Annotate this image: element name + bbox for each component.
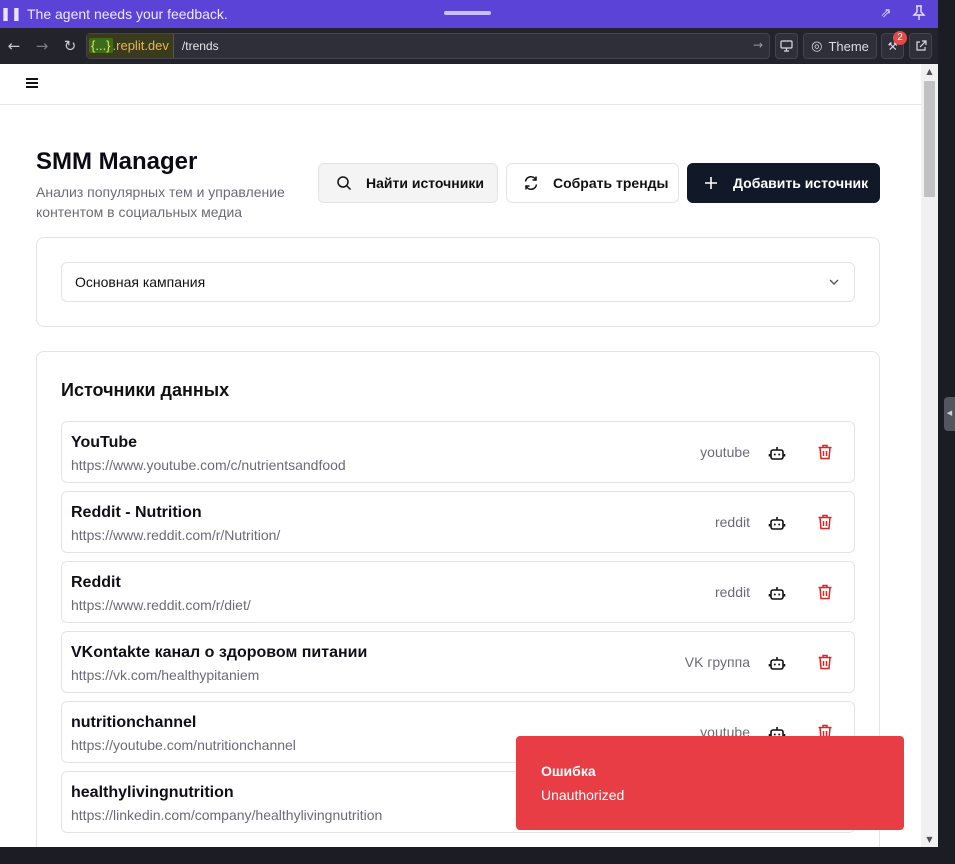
devtools-badge: 2: [893, 31, 907, 45]
back-icon[interactable]: ←: [0, 37, 28, 55]
campaign-select[interactable]: Основная кампания: [61, 262, 855, 302]
plus-icon: [705, 177, 717, 189]
bot-icon[interactable]: [768, 444, 786, 462]
window-bottom-edge: [0, 847, 938, 864]
scrollbar-thumb[interactable]: [924, 81, 935, 197]
pause-icon[interactable]: ❚❚: [0, 7, 22, 22]
window-edge: [938, 0, 955, 864]
add-source-button[interactable]: Добавить источник: [687, 163, 880, 203]
expand-icon[interactable]: ⇗: [877, 5, 895, 23]
app-header: [0, 64, 921, 105]
source-type: reddit: [714, 514, 750, 530]
source-url: https://www.reddit.com/r/Nutrition/: [71, 527, 281, 543]
source-row[interactable]: YouTube https://www.youtube.com/c/nutrien…: [61, 421, 855, 483]
devtools-button[interactable]: ⚒ 2: [881, 31, 907, 59]
source-row[interactable]: VKontakte канал о здоровом питании https:…: [61, 631, 855, 693]
find-sources-button[interactable]: Найти источники: [318, 163, 498, 203]
trash-icon[interactable]: [816, 583, 834, 601]
scroll-up-icon[interactable]: ▲: [921, 67, 938, 76]
address-bar[interactable]: {...} .replit.dev /trends →: [86, 33, 770, 59]
source-url: https://www.reddit.com/r/diet/: [71, 597, 251, 613]
source-row[interactable]: Reddit https://www.reddit.com/r/diet/redd…: [61, 561, 855, 623]
browser-toolbar: ← → ↻ {...} .replit.dev /trends → ◎ Theme…: [0, 28, 938, 64]
agent-feedback-bar: ❚❚ The agent needs your feedback. ⇗: [0, 0, 938, 28]
toast-message: Unauthorized: [541, 787, 625, 803]
source-row[interactable]: Reddit - Nutrition https://www.reddit.com…: [61, 491, 855, 553]
source-url: https://www.youtube.com/c/nutrientsandfo…: [71, 457, 346, 473]
source-url: https://youtube.com/nutritionchannel: [71, 737, 296, 753]
source-url: https://linkedin.com/company/healthylivi…: [71, 807, 383, 823]
pin-icon[interactable]: [910, 5, 928, 23]
error-toast[interactable]: Ошибка Unauthorized: [516, 736, 904, 830]
open-external-icon[interactable]: [909, 33, 932, 59]
app-viewport: SMM Manager Анализ популярных тем и упра…: [0, 64, 921, 847]
drag-handle[interactable]: [444, 11, 491, 15]
sources-title: Источники данных: [61, 380, 230, 400]
bot-icon[interactable]: [768, 584, 786, 602]
theme-button[interactable]: ◎ Theme: [803, 33, 877, 59]
source-type: reddit: [714, 584, 750, 600]
trash-icon[interactable]: [816, 443, 834, 461]
palette-icon: ◎: [811, 38, 823, 54]
source-name: healthylivingnutrition: [71, 784, 234, 801]
source-name: YouTube: [71, 434, 138, 451]
collect-trends-label: Собрать тренды: [553, 175, 669, 191]
toast-title: Ошибка: [541, 763, 596, 779]
theme-label: Theme: [828, 38, 869, 54]
find-sources-label: Найти источники: [366, 175, 484, 191]
go-icon[interactable]: →: [753, 38, 763, 52]
refresh-icon: [524, 175, 538, 191]
source-name: nutritionchannel: [71, 714, 197, 731]
collect-trends-button[interactable]: Собрать тренды: [506, 163, 679, 203]
scrollbar[interactable]: ▲ ▼: [921, 64, 938, 847]
url-path[interactable]: /trends: [182, 39, 219, 53]
device-preview-icon[interactable]: [775, 33, 798, 59]
add-source-label: Добавить источник: [733, 175, 869, 191]
page-title: SMM Manager: [36, 148, 198, 175]
scroll-down-icon[interactable]: ▼: [921, 835, 938, 844]
forward-icon[interactable]: →: [28, 37, 56, 55]
feedback-message[interactable]: The agent needs your feedback.: [27, 6, 228, 22]
search-icon: [337, 176, 352, 191]
panel-collapse-handle[interactable]: ◀: [944, 397, 955, 431]
menu-icon[interactable]: [26, 78, 38, 88]
campaign-select-value: Основная кампания: [75, 274, 206, 290]
source-name: Reddit - Nutrition: [71, 504, 202, 521]
host-label: {...} .replit.dev: [87, 34, 174, 58]
source-name: VKontakte канал о здоровом питании: [71, 644, 368, 661]
source-url: https://vk.com/healthypitaniem: [71, 667, 260, 683]
source-name: Reddit: [71, 574, 121, 591]
chevron-down-icon: [829, 279, 839, 285]
trash-icon[interactable]: [816, 653, 834, 671]
campaign-card: Основная кампания: [36, 237, 880, 327]
bot-icon[interactable]: [768, 514, 786, 532]
reload-icon[interactable]: ↻: [56, 37, 84, 55]
source-type: VK группа: [684, 654, 750, 670]
source-type: youtube: [700, 444, 750, 460]
page-subtitle: Анализ популярных тем и управление конте…: [36, 184, 285, 220]
bot-icon[interactable]: [768, 654, 786, 672]
trash-icon[interactable]: [816, 513, 834, 531]
